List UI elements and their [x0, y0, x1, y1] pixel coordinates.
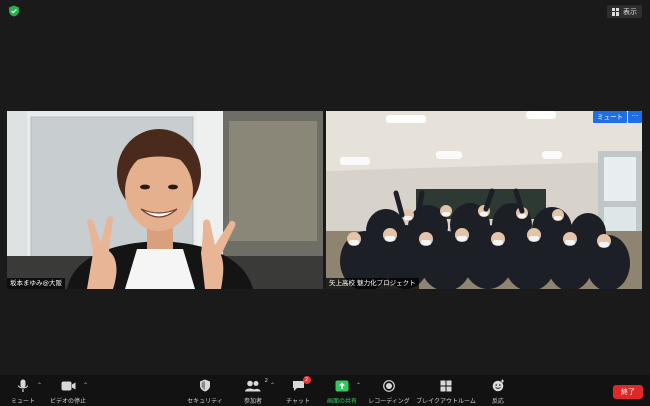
top-bar: 表示 [0, 0, 650, 22]
chat-unread-badge: 2 [302, 376, 311, 384]
video-camera-icon [61, 381, 75, 390]
microphone-icon [17, 379, 29, 392]
end-meeting-button[interactable]: 終了 [613, 385, 643, 399]
meeting-toolbar: ミュート ⌃ ビデオの停止 ⌃ セキュリティ 2 参加者 ⌃ 2 チャット 画面… [0, 375, 650, 406]
breakout-rooms-button[interactable]: ブレイクアウトルーム [416, 378, 476, 405]
view-button-label: 表示 [623, 7, 637, 16]
chat-label: チャット [286, 398, 310, 405]
mute-participant-button[interactable]: ミュート [593, 111, 627, 123]
stop-video-button[interactable]: ビデオの停止 [38, 378, 98, 405]
video-tile-yagami[interactable]: 矢上高校 魅力化プロジェクト ミュート ··· [326, 111, 642, 289]
tile-controls: ミュート ··· [593, 111, 642, 123]
reaction-smiley-icon [492, 379, 504, 392]
mute-button-label: ミュート [10, 398, 35, 405]
participants-icon [245, 380, 261, 391]
more-options-button[interactable]: ··· [628, 111, 642, 123]
breakout-rooms-icon [440, 380, 452, 391]
breakout-rooms-label: ブレイクアウトルーム [416, 398, 476, 405]
reactions-label: 反応 [491, 398, 504, 405]
share-screen-icon [335, 380, 349, 391]
grid-view-icon [612, 7, 620, 16]
participant-name-tag: 坂本まゆみ@大阪 [7, 278, 65, 289]
record-icon [383, 379, 395, 392]
shield-icon [200, 379, 210, 392]
record-label: レコーディング [368, 398, 410, 405]
participant-video-feed [326, 111, 642, 289]
record-button[interactable]: レコーディング [359, 378, 419, 405]
reactions-button[interactable]: 反応 [468, 378, 528, 405]
share-screen-label: 画面の共有 [326, 398, 357, 405]
participant-name-tag: 矢上高校 魅力化プロジェクト [326, 278, 419, 289]
view-button[interactable]: 表示 [607, 5, 642, 18]
security-label: セキュリティ [187, 398, 223, 405]
participant-video-feed [7, 111, 323, 289]
video-options-chevron-icon[interactable]: ⌃ [83, 382, 88, 389]
participants-label: 参加者 [243, 398, 262, 405]
security-shield-icon[interactable] [8, 5, 20, 17]
stop-video-label: ビデオの停止 [49, 398, 86, 405]
video-tile-sakamoto[interactable]: 坂本まゆみ@大阪 [7, 111, 323, 289]
